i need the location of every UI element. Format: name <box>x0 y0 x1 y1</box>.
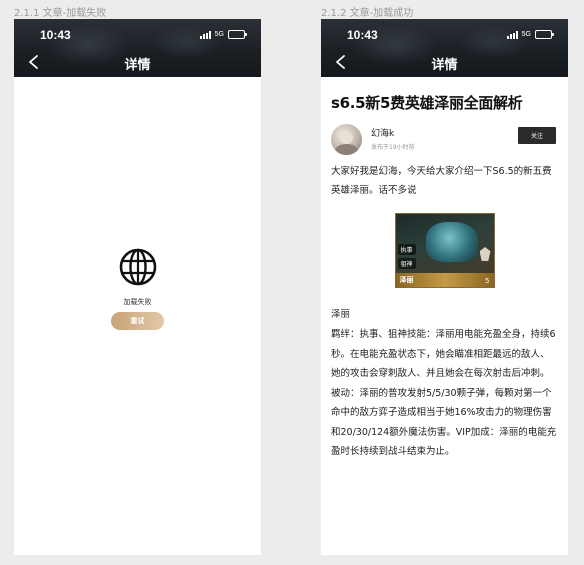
article-content: s6.5新5费英雄泽丽全面解析 幻海k 发布于19小时前 关注 大家好我是幻海，… <box>331 77 558 462</box>
article-intro: 大家好我是幻海，今天给大家介绍一下S6.5的新五费英雄泽丽。话不多说 <box>331 166 552 196</box>
publish-time: 发布于19小时前 <box>371 144 415 151</box>
signal-icon <box>506 30 518 39</box>
trait-tag: 执事 <box>397 244 416 255</box>
top-bar: 10:43 5G 详情 <box>14 19 261 77</box>
trait-tag: 狙神 <box>397 258 416 269</box>
load-failed-message: 加载失败 <box>123 298 152 306</box>
author-name[interactable]: 幻海k <box>371 126 394 139</box>
section-heading: 泽丽 <box>331 309 351 320</box>
page-title: 详情 <box>431 58 458 73</box>
article-title: s6.5新5费英雄泽丽全面解析 <box>331 94 523 112</box>
avatar[interactable] <box>331 124 362 155</box>
network-label: 5G <box>521 31 531 38</box>
retry-button[interactable]: 重试 <box>111 312 164 330</box>
phone-screen-failed: 10:43 5G 详情 加载失败 重试 <box>14 19 261 555</box>
signal-icon <box>199 30 211 39</box>
article-body: 羁绊：执事、狙神技能：泽丽用电能充盈全身，持续6秒。在电能充盈状态下，她会瞄准相… <box>331 329 557 457</box>
status-indicators: 5G <box>199 30 247 39</box>
hero-figure <box>425 222 478 262</box>
hero-cost: 5 <box>485 277 490 285</box>
status-time: 10:43 <box>347 28 378 42</box>
emblem-icon <box>479 247 491 261</box>
top-bar: 10:43 5G 详情 <box>321 19 568 77</box>
follow-button[interactable]: 关注 <box>518 127 556 144</box>
page-title: 详情 <box>124 58 151 73</box>
frame-caption-failed: 2.1.1 文章-加载失败 <box>14 8 107 19</box>
author-row: 幻海k 发布于19小时前 关注 <box>331 124 558 158</box>
network-label: 5G <box>214 31 224 38</box>
battery-icon <box>228 30 247 39</box>
hero-name: 泽丽 <box>399 276 414 284</box>
phone-screen-success: 10:43 5G 详情 s6.5新5费英雄泽丽全面解析 幻海k 发布于19小时前… <box>321 19 568 555</box>
load-failed-block: 加载失败 重试 <box>14 247 261 330</box>
status-indicators: 5G <box>506 30 554 39</box>
battery-icon <box>535 30 554 39</box>
globe-icon <box>119 248 156 286</box>
frame-caption-success: 2.1.2 文章-加载成功 <box>321 8 414 19</box>
hero-card-image[interactable]: 执事 狙神 泽丽 5 <box>394 213 495 288</box>
status-time: 10:43 <box>40 28 71 42</box>
